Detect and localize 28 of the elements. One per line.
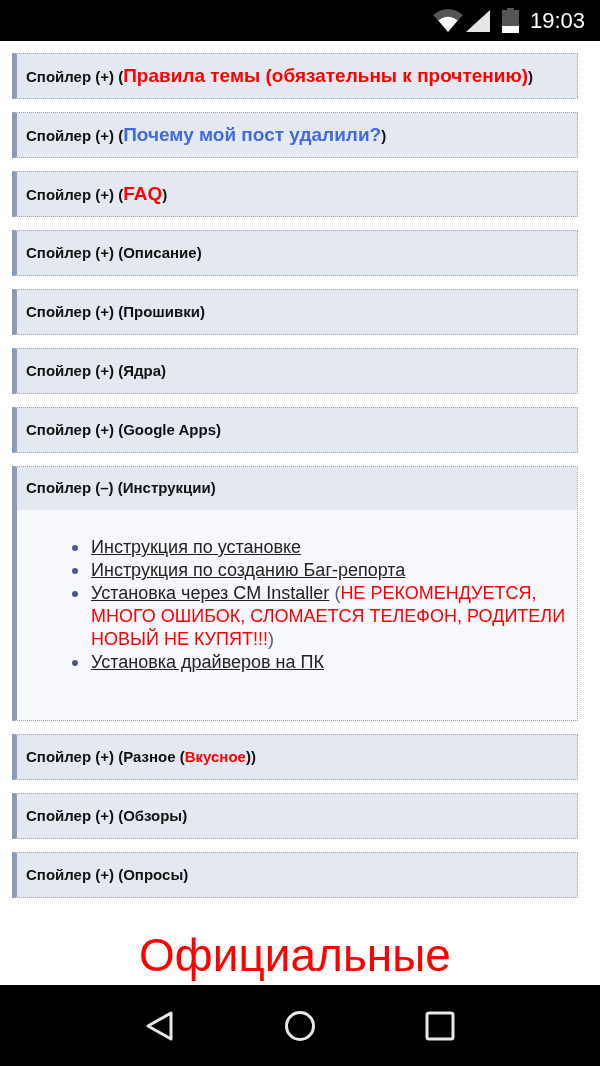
bullet-icon [72, 545, 78, 551]
section-heading: Официальные [138, 929, 452, 981]
instruction-link[interactable]: Установка через CM Installer [91, 583, 330, 603]
battery-icon [501, 8, 519, 33]
signal-icon [465, 9, 490, 32]
wifi-icon [432, 9, 463, 32]
bullet-icon [72, 568, 78, 574]
spoiler-header[interactable]: Спойлер (+) (Правила темы (обязательны к прочтению)) [12, 53, 578, 99]
list-item-text: Установка через CM Installer (НЕ РЕКОМЕНДУЕТСЯ, МНОГО ОШИБОК, СЛОМАЕТСЯ ТЕЛЕФОН, РОДИТЕЛИ НОВЫЙ НЕ КУПЯТ!!!) [91, 582, 567, 651]
spoiler-header[interactable]: Спойлер (+) (Google Apps) [12, 407, 578, 453]
spoiler-header[interactable]: Спойлер (+) (Разное (Вкусное)) [12, 734, 578, 780]
bullet-icon [72, 660, 78, 666]
instruction-link[interactable]: Инструкция по установке [91, 536, 302, 559]
spoiler-header[interactable]: Спойлер (+) (Почему мой пост удалили?) [12, 112, 578, 158]
spoiler-header[interactable]: Спойлер (+) (Описание) [12, 230, 578, 276]
spoiler-header[interactable]: Спойлер (+) (FAQ) [12, 171, 578, 217]
clock-time: 19:03 [529, 9, 585, 32]
spoiler-header[interactable]: Спойлер (+) (Опросы) [12, 852, 578, 898]
home-icon[interactable] [284, 1009, 316, 1042]
back-icon[interactable] [144, 1009, 176, 1042]
spoiler-header[interactable]: Спойлер (–) (Инструкции) [17, 467, 577, 510]
instruction-link[interactable]: Инструкция по созданию Баг-репорта [91, 559, 406, 582]
spoiler-header[interactable]: Спойлер (+) (Ядра) [12, 348, 578, 394]
instruction-link[interactable]: Установка драйверов на ПК [91, 651, 324, 674]
bullet-icon [72, 591, 78, 597]
spoiler-header[interactable]: Спойлер (+) (Обзоры) [12, 793, 578, 839]
recent-apps-icon[interactable] [424, 1009, 456, 1042]
spoiler-header[interactable]: Спойлер (+) (Прошивки) [12, 289, 578, 335]
